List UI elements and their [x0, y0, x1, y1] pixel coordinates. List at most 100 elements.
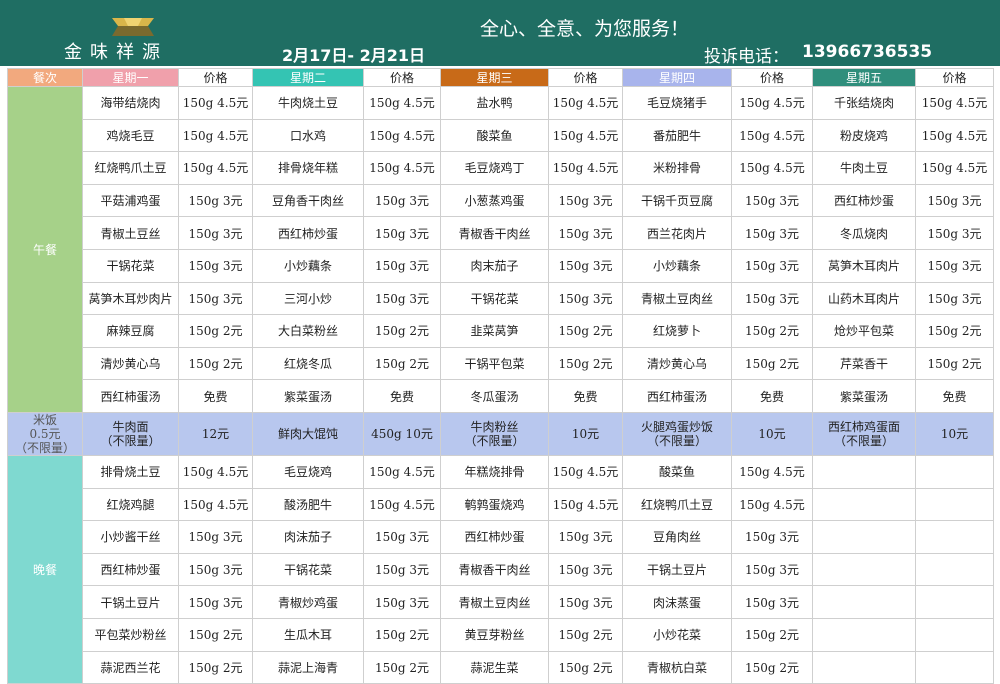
- price-cell: 150g 3元: [548, 183, 623, 218]
- dish-cell: [812, 585, 916, 619]
- table-row: 午餐 海带结烧肉 150g 4.5元 牛肉烧土豆 150g 4.5元 盐水鸭 150g 4.…: [7, 86, 994, 413]
- price-cell: 150g 3元: [548, 216, 623, 250]
- dish-cell: 紫菜蛋汤: [252, 379, 364, 413]
- dish-cell: [812, 487, 916, 522]
- price-cell: 10元: [731, 411, 813, 456]
- price-cell: 免费: [363, 379, 441, 413]
- price-cell: 150g 3元: [731, 281, 813, 316]
- price-cell: 10元: [915, 411, 994, 456]
- table-row: 西红柿蛋汤 免费 紫菜蛋汤 免费 冬瓜蛋汤 免费 西红柿蛋汤 免费 紫菜蛋汤 免费: [8, 379, 994, 413]
- dish-cell: 牛肉烧土豆: [252, 86, 364, 120]
- price-cell: [915, 520, 994, 554]
- price-cell: 150g 3元: [178, 520, 253, 554]
- price-cell: 150g 4.5元: [731, 86, 813, 120]
- dish-cell: 青椒香干肉丝: [440, 552, 549, 587]
- dish-cell: 冬瓜烧肉: [812, 216, 916, 250]
- dish-cell: 鹌鹑蛋烧鸡: [440, 487, 549, 522]
- table-row: 红烧鸭爪土豆 150g 4.5元 排骨烧年糕 150g 4.5元 毛豆烧鸡丁 150g 4…: [8, 151, 994, 185]
- price-cell: 150g 2元: [178, 346, 253, 381]
- price-cell: 150g 4.5元: [915, 151, 994, 185]
- table-row: 莴笋木耳炒肉片 150g 3元 三河小炒 150g 3元 干锅花菜 150g 3元 青椒土豆…: [8, 281, 994, 316]
- price-cell: 150g 3元: [363, 552, 441, 587]
- price-cell: 150g 2元: [178, 314, 253, 348]
- dish-cell: 年糕烧排骨: [440, 454, 549, 489]
- dish-cell: 炝炒平包菜: [812, 314, 916, 348]
- dish-cell: 干锅千页豆腐: [622, 183, 732, 218]
- dish-cell: 海带结烧肉: [82, 86, 179, 120]
- price-cell: 150g 4.5元: [363, 86, 441, 120]
- dish-cell: 肉沫蒸蛋: [622, 585, 732, 619]
- dish-cell: 毛豆烧鸡丁: [440, 151, 549, 185]
- price-cell: 150g 2元: [363, 314, 441, 348]
- dish-cell: [812, 617, 916, 652]
- table-row: 小炒酱干丝 150g 3元 肉沫茄子 150g 3元 西红柿炒蛋 150g 3元 豆角肉丝 1…: [8, 520, 994, 554]
- dish-cell: 韭菜莴笋: [440, 314, 549, 348]
- dish-cell: 鲜肉大馄饨: [252, 411, 364, 456]
- price-cell: 150g 2元: [915, 314, 994, 348]
- price-cell: 150g 3元: [915, 281, 994, 316]
- price-cell: 150g 3元: [363, 585, 441, 619]
- price-cell: 150g 4.5元: [178, 151, 253, 185]
- dish-cell: 紫菜蛋汤: [812, 379, 916, 413]
- phone-label: 投诉电话：: [704, 47, 789, 67]
- dish-cell: [812, 520, 916, 554]
- dish-cell: 平菇浦鸡蛋: [82, 183, 179, 218]
- price-cell: 150g 3元: [548, 585, 623, 619]
- dish-cell: 红烧鸡腿: [82, 487, 179, 522]
- dish-cell: 生瓜木耳: [252, 617, 364, 652]
- dish-cell: 芹菜香干: [812, 346, 916, 381]
- dish-cell: 西红柿炒蛋: [440, 520, 549, 554]
- price-cell: 150g 3元: [178, 248, 253, 283]
- dish-cell: 红烧鸭爪土豆: [82, 151, 179, 185]
- price-cell: 150g 2元: [548, 346, 623, 381]
- price-cell: [915, 617, 994, 652]
- price-cell: 150g 3元: [915, 216, 994, 250]
- price-cell: 150g 4.5元: [548, 118, 623, 153]
- dish-cell: 干锅土豆片: [82, 585, 179, 619]
- price-cell: 150g 4.5元: [915, 86, 994, 120]
- dish-cell: 青椒炒鸡蛋: [252, 585, 364, 619]
- dish-cell: 青椒香干肉丝: [440, 216, 549, 250]
- price-cell: 150g 2元: [731, 314, 813, 348]
- dish-cell: 酸汤肥牛: [252, 487, 364, 522]
- price-cell: 10元: [548, 411, 623, 456]
- dish-cell: 口水鸡: [252, 118, 364, 153]
- dish-cell: 小炒藕条: [622, 248, 732, 283]
- dish-cell: 西红柿蛋汤: [622, 379, 732, 413]
- price-cell: 150g 3元: [731, 585, 813, 619]
- price-cell: 150g 2元: [548, 617, 623, 652]
- dish-cell: 干锅花菜: [252, 552, 364, 587]
- price-cell: 150g 3元: [731, 183, 813, 218]
- price-cell: 150g 3元: [548, 248, 623, 283]
- day-header-friday: 星期五: [812, 68, 916, 87]
- price-cell: [915, 454, 994, 489]
- price-cell: 150g 3元: [363, 281, 441, 316]
- date-range: 2月17日- 2月21日: [282, 46, 426, 65]
- price-cell: [915, 585, 994, 619]
- table-row: 麻辣豆腐 150g 2元 大白菜粉丝 150g 2元 韭菜莴笋 150g 2元 红烧萝卜 15…: [8, 314, 994, 348]
- price-cell: 150g 3元: [731, 520, 813, 554]
- dish-cell: 干锅土豆片: [622, 552, 732, 587]
- dish-cell: 冬瓜蛋汤: [440, 379, 549, 413]
- price-cell: 免费: [548, 379, 623, 413]
- table-row: 鸡烧毛豆 150g 4.5元 口水鸡 150g 4.5元 酸菜鱼 150g 4.5元 番茄肥…: [8, 118, 994, 153]
- price-cell: 150g 4.5元: [363, 487, 441, 522]
- price-cell: 150g 3元: [363, 183, 441, 218]
- price-cell: 150g 4.5元: [548, 151, 623, 185]
- dish-cell: 豆角肉丝: [622, 520, 732, 554]
- section-dinner: 晚餐: [7, 454, 83, 684]
- price-cell: 150g 4.5元: [178, 86, 253, 120]
- table-row: 平包菜炒粉丝 150g 2元 生瓜木耳 150g 2元 黄豆芽粉丝 150g 2元 小炒花菜…: [8, 617, 994, 652]
- dish-cell: 山药木耳肉片: [812, 281, 916, 316]
- dish-cell: 干锅花菜: [440, 281, 549, 316]
- price-cell: 150g 3元: [915, 248, 994, 283]
- dish-cell: 酸菜鱼: [622, 454, 732, 489]
- price-cell: 150g 4.5元: [731, 454, 813, 489]
- table-row: 平菇浦鸡蛋 150g 3元 豆角香干肉丝 150g 3元 小葱蒸鸡蛋 150g 3元 干锅千…: [8, 183, 994, 218]
- dish-cell: 肉沫茄子: [252, 520, 364, 554]
- table-row: 干锅花菜 150g 3元 小炒藕条 150g 3元 肉末茄子 150g 3元 小炒藕条 150…: [8, 248, 994, 283]
- price-header: 价格: [731, 68, 813, 87]
- table-header-row: 餐次 星期一 价格 星期二 价格 星期三 价格 星期四 价格 星期五 价格: [7, 68, 994, 87]
- dish-cell: 小炒藕条: [252, 248, 364, 283]
- table-row: 红烧鸡腿 150g 4.5元 酸汤肥牛 150g 4.5元 鹌鹑蛋烧鸡 150g 4.5元…: [8, 487, 994, 522]
